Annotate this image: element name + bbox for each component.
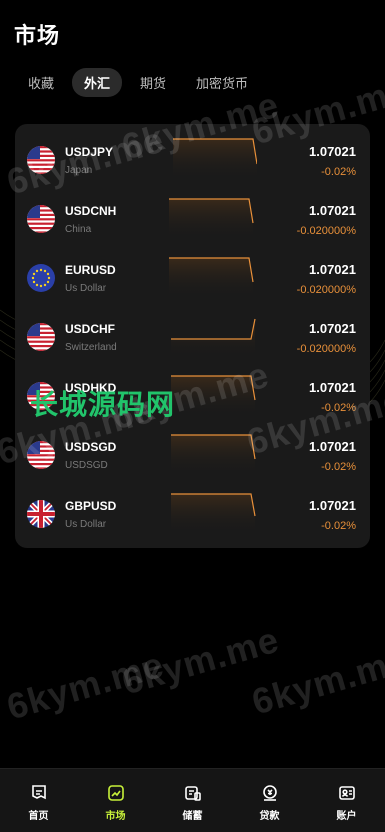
symbol-subtitle: Us Dollar	[65, 519, 107, 530]
symbol-subtitle: USDSGD	[65, 460, 108, 471]
symbol-subtitle: Us Dollar	[65, 283, 107, 294]
price-change: -0.02%	[321, 402, 356, 414]
symbol-subtitle: Switzerland	[65, 342, 117, 353]
loan-icon	[262, 785, 277, 801]
price: 1.07021	[309, 321, 356, 336]
market-tabs: 收藏 外汇 期货 加密货币	[16, 67, 260, 97]
price-change: -0.02%	[321, 520, 356, 532]
symbol: USDCHF	[65, 322, 115, 336]
price-change: -0.020000%	[296, 284, 356, 296]
price-change: -0.020000%	[296, 225, 356, 237]
price-change: -0.020000%	[296, 343, 356, 355]
account-icon	[338, 786, 355, 800]
sparkline	[171, 493, 256, 535]
tab-forex[interactable]: 外汇	[72, 67, 123, 97]
sparkline	[171, 375, 256, 417]
list-item[interactable]: GBPUSD Us Dollar 1.07021 -0.02%	[15, 490, 370, 548]
nav-label: 市场	[105, 811, 126, 822]
nav-loan[interactable]: 贷款	[231, 769, 308, 832]
sparkline	[171, 318, 256, 358]
list-item[interactable]: USDCNH China 1.07021 -0.020000%	[15, 195, 370, 253]
price: 1.07021	[309, 262, 356, 277]
uk-flag-icon	[27, 500, 55, 528]
sparkline	[173, 138, 257, 181]
us-flag-icon	[27, 382, 55, 410]
tab-futures[interactable]: 期货	[128, 68, 178, 97]
nav-account[interactable]: 账户	[308, 769, 385, 832]
list-item[interactable]: USDHKD 1.07021 -0.02%	[15, 372, 370, 430]
price: 1.07021	[309, 439, 356, 454]
nav-label: 首页	[28, 811, 49, 822]
us-flag-icon	[27, 146, 55, 174]
symbol: USDCNH	[65, 204, 117, 218]
us-flag-icon	[27, 323, 55, 351]
market-icon	[107, 785, 124, 801]
nav-label: 储蓄	[182, 811, 203, 822]
watermark-text: 6kym.me	[2, 643, 169, 728]
price: 1.07021	[309, 144, 356, 159]
us-flag-icon	[27, 205, 55, 233]
price: 1.07021	[309, 498, 356, 513]
symbol-subtitle: China	[65, 224, 92, 235]
tab-favorites[interactable]: 收藏	[16, 68, 66, 97]
sparkline	[171, 434, 256, 476]
symbol: USDSGD	[65, 440, 117, 454]
savings-icon	[184, 786, 201, 801]
symbol: USDHKD	[65, 381, 117, 395]
nav-label: 账户	[336, 811, 357, 822]
list-item[interactable]: USDCHF Switzerland 1.07021 -0.020000%	[15, 313, 370, 371]
page-title: 市场	[14, 23, 61, 48]
eu-flag-icon	[27, 264, 55, 292]
list-item[interactable]: EURUSD Us Dollar 1.07021 -0.020000%	[15, 254, 370, 312]
nav-label: 贷款	[259, 811, 280, 822]
bottom-nav: 首页 市场 储蓄 贷款 账户	[0, 768, 385, 832]
nav-savings[interactable]: 储蓄	[154, 769, 231, 832]
price-change: -0.02%	[321, 166, 356, 178]
list-item[interactable]: USDSGD USDSGD 1.07021 -0.02%	[15, 431, 370, 489]
nav-home[interactable]: 首页	[0, 769, 77, 832]
price-change: -0.02%	[321, 461, 356, 473]
price: 1.07021	[309, 380, 356, 395]
watermark-text: 6kym.me	[247, 638, 385, 723]
watermark-text: 6kym.me	[117, 618, 284, 703]
list-item[interactable]: USDJPY Japan 1.07021 -0.02%	[15, 136, 370, 194]
tab-crypto[interactable]: 加密货币	[184, 68, 260, 97]
us-flag-icon	[27, 441, 55, 469]
symbol-subtitle: Japan	[65, 165, 93, 176]
sparkline	[169, 198, 254, 240]
sparkline	[169, 257, 254, 299]
symbol: GBPUSD	[65, 499, 117, 513]
market-list: USDJPY Japan 1.07021 -0.02% USDCNH China…	[15, 124, 370, 548]
home-icon	[31, 785, 46, 800]
nav-market[interactable]: 市场	[77, 769, 154, 832]
price: 1.07021	[309, 203, 356, 218]
symbol: USDJPY	[65, 145, 114, 159]
symbol: EURUSD	[65, 263, 116, 277]
